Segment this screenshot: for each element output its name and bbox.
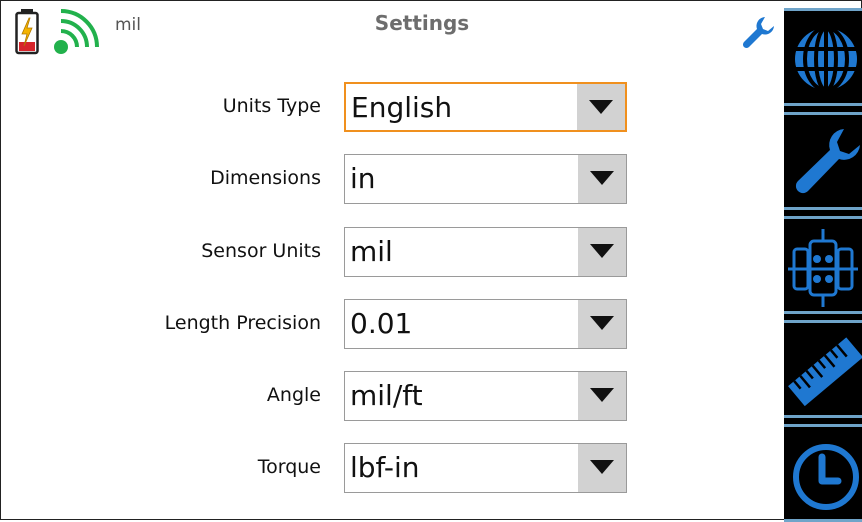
nav-item-measure[interactable]	[784, 320, 862, 418]
setting-row-angle: Angle mil/ft	[1, 371, 761, 425]
nav-item-settings[interactable]	[784, 112, 862, 210]
dropdown-arrow-icon[interactable]	[578, 155, 626, 203]
angle-select[interactable]: mil/ft	[344, 371, 627, 421]
wrench-icon[interactable]	[741, 15, 775, 49]
setting-label: Dimensions	[210, 167, 321, 189]
settings-screen: mil Settings Units Type English Dimensio…	[0, 0, 862, 520]
setting-label: Length Precision	[164, 312, 321, 334]
setting-row-length-precision: Length Precision 0.01	[1, 299, 761, 353]
select-value: in	[350, 162, 376, 195]
nav-item-alignment[interactable]	[784, 216, 862, 314]
torque-select[interactable]: lbf-in	[344, 443, 627, 493]
setting-row-torque: Torque lbf-in	[1, 443, 761, 497]
nav-rail	[784, 8, 862, 522]
dropdown-arrow-icon[interactable]	[577, 84, 625, 130]
nav-item-globe[interactable]	[784, 8, 862, 106]
select-value: lbf-in	[350, 451, 420, 484]
nav-item-history[interactable]	[784, 424, 862, 522]
wrench-icon	[795, 129, 860, 194]
setting-row-sensor-units: Sensor Units mil	[1, 227, 761, 281]
clock-icon	[793, 444, 859, 510]
setting-label: Sensor Units	[201, 240, 321, 262]
globe-icon	[795, 26, 857, 92]
dimensions-select[interactable]: in	[344, 154, 627, 204]
dropdown-arrow-icon[interactable]	[578, 372, 626, 420]
select-value: English	[351, 91, 453, 124]
dropdown-arrow-icon[interactable]	[578, 444, 626, 492]
page-title: Settings	[374, 11, 470, 35]
setting-row-dimensions: Dimensions in	[1, 154, 761, 208]
setting-row-units-type: Units Type English	[1, 82, 761, 136]
setting-label: Angle	[266, 384, 321, 406]
units-type-select[interactable]: English	[344, 82, 627, 132]
dropdown-arrow-icon[interactable]	[578, 300, 626, 348]
select-value: mil/ft	[350, 379, 423, 412]
setting-label: Torque	[257, 456, 321, 478]
dropdown-arrow-icon[interactable]	[578, 228, 626, 276]
select-value: mil	[350, 235, 393, 268]
sensor-units-select[interactable]: mil	[344, 227, 627, 277]
ruler-icon	[788, 337, 862, 407]
setting-label: Units Type	[222, 95, 321, 117]
select-value: 0.01	[350, 307, 413, 340]
machine-alignment-icon	[788, 229, 858, 307]
length-precision-select[interactable]: 0.01	[344, 299, 627, 349]
